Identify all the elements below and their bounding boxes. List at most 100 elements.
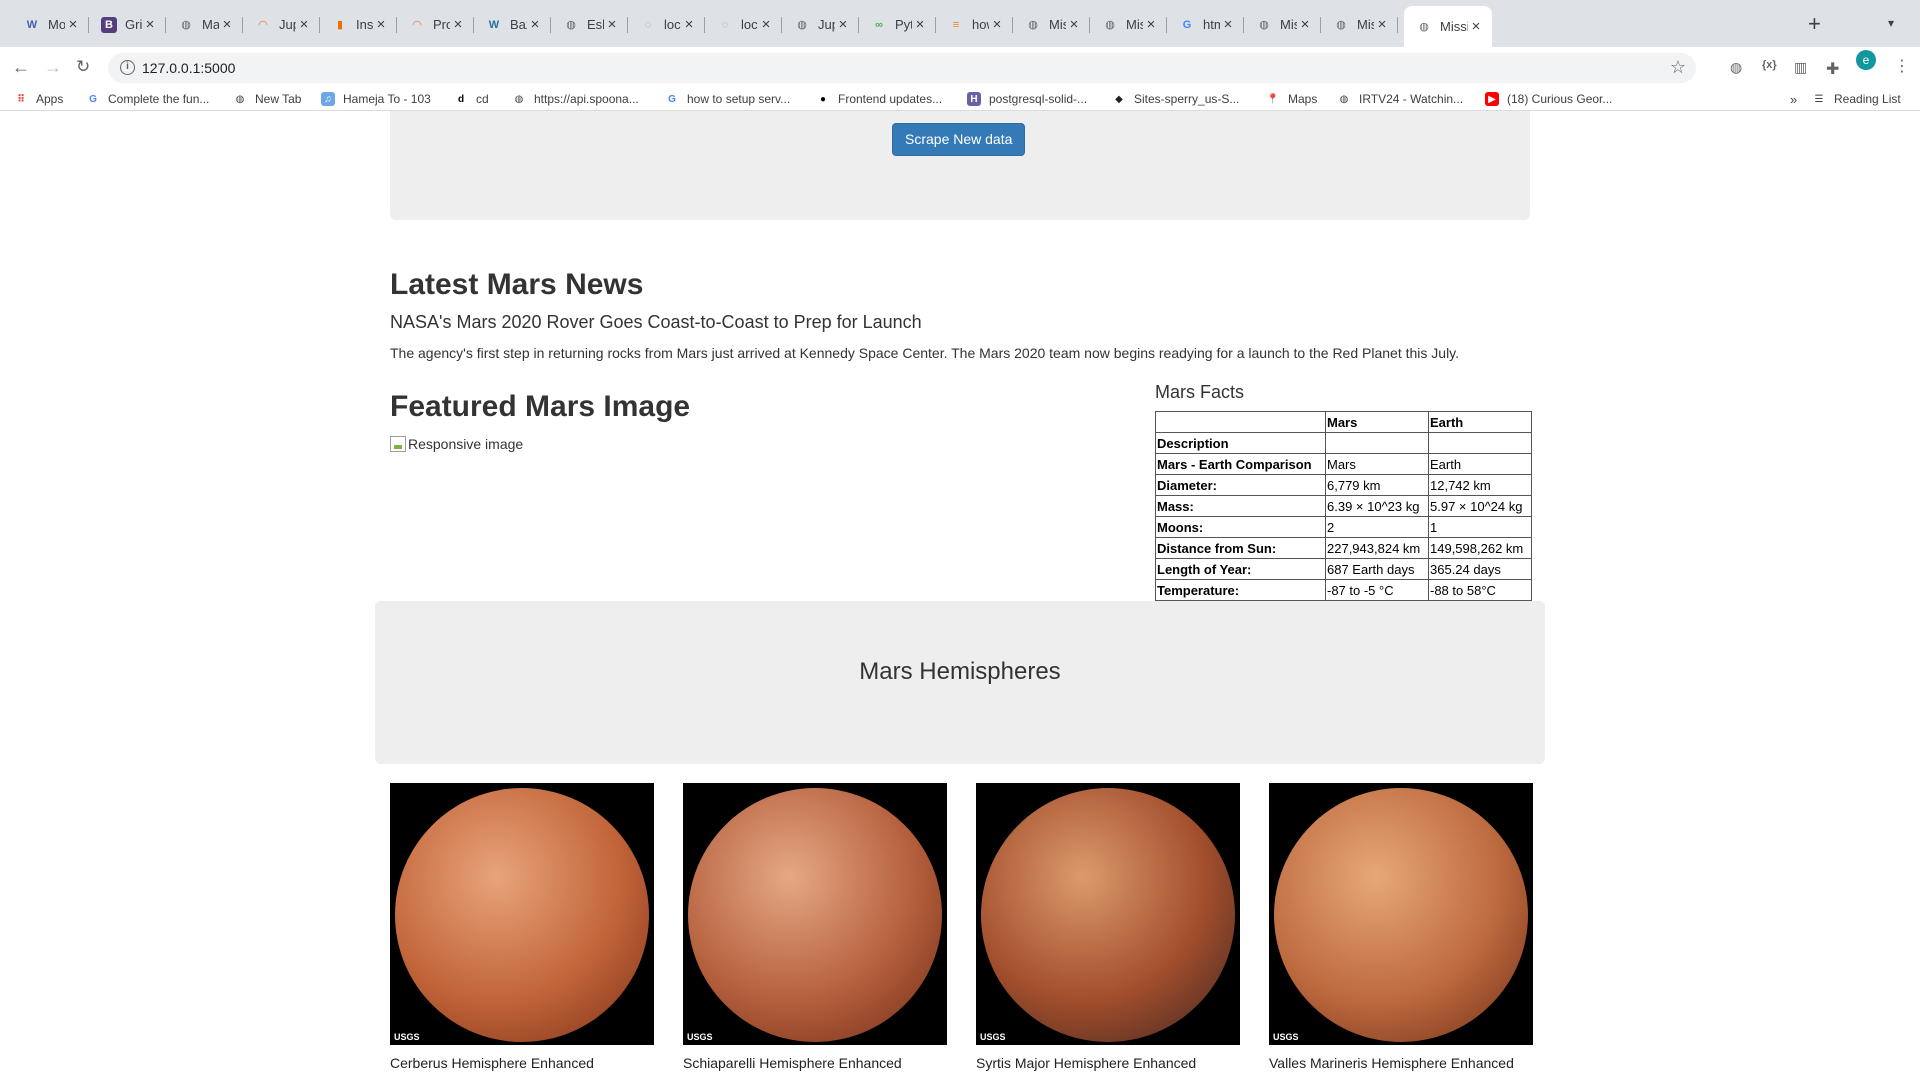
bookmark-item[interactable]: ◍ IRTV24 - Watchin... xyxy=(1337,92,1463,106)
bookmark-item[interactable]: ◍ https://api.spoona... xyxy=(512,92,639,106)
bookmark-item[interactable]: ● Frontend updates... xyxy=(816,92,942,106)
bookmark-item[interactable]: Hpostgresql-solid-... xyxy=(967,92,1087,106)
forward-icon[interactable]: → xyxy=(44,57,62,78)
browser-tab[interactable]: ◍ Missi× xyxy=(1090,8,1167,41)
reload-icon[interactable]: ↻ xyxy=(76,57,90,77)
tab-search-icon[interactable]: ▾ xyxy=(1888,16,1894,30)
hemisphere-card[interactable]: USGS Syrtis Major Hemisphere Enhanced xyxy=(976,783,1240,1071)
tab-close-icon[interactable]: × xyxy=(681,16,697,33)
back-icon[interactable]: ← xyxy=(12,57,30,78)
screenshot-extension-icon[interactable]: ▥ xyxy=(1794,59,1807,76)
W-icon: W xyxy=(488,18,500,31)
hemisphere-image[interactable]: USGS xyxy=(390,783,654,1045)
browser-tab[interactable]: B Grid× xyxy=(89,8,166,41)
browser-tab[interactable]: ◍ Jupyt× xyxy=(782,8,859,41)
browser-tab[interactable]: Ghtml× xyxy=(1167,8,1244,41)
browser-tab[interactable]: ▮ Ins_M× xyxy=(320,8,397,41)
hemisphere-title[interactable]: Cerberus Hemisphere Enhanced xyxy=(390,1055,654,1071)
facts-cell: -87 to -5 °C xyxy=(1325,579,1429,601)
tab-close-icon[interactable]: × xyxy=(373,16,389,33)
tab-close-icon[interactable]: × xyxy=(219,16,235,33)
tab-close-icon[interactable]: × xyxy=(527,16,543,33)
hemisphere-title[interactable]: Syrtis Major Hemisphere Enhanced xyxy=(976,1055,1240,1071)
browser-tab[interactable]: ◌ local× xyxy=(628,8,705,41)
more-bookmarks-icon[interactable]: » xyxy=(1790,92,1797,107)
bookmark-item[interactable]: ◍ New Tab xyxy=(233,92,302,106)
facts-row: Moons: 2 1 xyxy=(1155,516,1532,538)
browser-tab[interactable]: ◍ Missi× xyxy=(1321,8,1398,41)
scrape-new-data-button[interactable]: Scrape New data xyxy=(892,123,1026,156)
tab-close-icon[interactable]: × xyxy=(758,16,774,33)
facts-cell: Earth xyxy=(1428,453,1532,475)
hemisphere-image[interactable]: USGS xyxy=(1269,783,1533,1045)
reading-list-button[interactable]: ☰ Reading List xyxy=(1812,92,1901,106)
browser-tab[interactable]: ◌ local× xyxy=(705,8,782,41)
tab-close-icon[interactable]: × xyxy=(1143,16,1159,33)
tab-close-icon[interactable]: × xyxy=(1220,16,1236,33)
hemisphere-image[interactable]: USGS xyxy=(683,783,947,1045)
bookmark-item[interactable]: Ghow to setup serv... xyxy=(665,92,790,106)
browser-tab[interactable]: ◍ Eshg× xyxy=(551,8,628,41)
profile-avatar[interactable]: e xyxy=(1856,50,1876,70)
tab-title: Missi xyxy=(1280,17,1297,32)
browser-tab[interactable]: ∞ Pytho× xyxy=(859,8,936,41)
tab-close-icon[interactable]: × xyxy=(604,16,620,33)
facts-row-label: Description xyxy=(1155,432,1326,454)
browser-tab[interactable]: ◠ Progr× xyxy=(397,8,474,41)
G-icon: G xyxy=(1182,18,1192,31)
hemisphere-title[interactable]: Valles Marineris Hemisphere Enhanced xyxy=(1269,1055,1533,1071)
loading-icon: ◌ xyxy=(644,18,652,31)
globe-icon: ◍ xyxy=(1339,93,1349,105)
new-tab-button[interactable]: + xyxy=(1808,13,1821,35)
tab-strip: + ▾ WModu×BGrid×◍Mars×◠Jupyt×▮Ins_M×◠Pro… xyxy=(0,0,1920,47)
tab-close-icon[interactable]: × xyxy=(65,16,81,33)
bookmark-item[interactable]: G Complete the fun... xyxy=(86,92,209,106)
tab-close-icon[interactable]: × xyxy=(1066,16,1082,33)
browser-menu-icon[interactable]: ⋮ xyxy=(1894,56,1910,76)
tab-close-icon[interactable]: × xyxy=(1297,16,1313,33)
tab-close-icon[interactable]: × xyxy=(912,16,928,33)
tab-close-icon[interactable]: × xyxy=(142,16,158,33)
tab-close-icon[interactable]: × xyxy=(835,16,851,33)
browser-tab[interactable]: ◠ Jupyt× xyxy=(243,8,320,41)
browser-tab[interactable]: W Modu× xyxy=(12,8,89,41)
json-viewer-icon[interactable]: {x} xyxy=(1762,59,1777,71)
tab-close-icon[interactable]: × xyxy=(450,16,466,33)
hemisphere-image[interactable]: USGS xyxy=(976,783,1240,1045)
browser-tab[interactable]: W Bazie× xyxy=(474,8,551,41)
hemisphere-card[interactable]: USGS Schiaparelli Hemisphere Enhanced xyxy=(683,783,947,1071)
stack-icon: ≡ xyxy=(952,18,960,31)
translate-icon[interactable]: ◍ xyxy=(1730,59,1742,76)
extensions-icon[interactable]: ✚ xyxy=(1826,59,1839,79)
address-bar[interactable]: i 127.0.0.1:5000 ☆ xyxy=(108,53,1696,83)
bookmark-item[interactable]: ⠿ Apps xyxy=(14,92,63,106)
globe-icon: ◍ xyxy=(1028,19,1038,31)
facts-cell: 2 xyxy=(1325,516,1429,538)
bookmark-item[interactable]: ▶ (18) Curious Geor... xyxy=(1485,92,1612,106)
browser-tab[interactable]: ◍ Missi× xyxy=(1404,6,1492,47)
tab-close-icon[interactable]: × xyxy=(1374,16,1390,33)
tab-close-icon[interactable]: × xyxy=(1468,18,1484,35)
url-text[interactable]: 127.0.0.1:5000 xyxy=(142,60,235,76)
tab-close-icon[interactable]: × xyxy=(989,16,1005,33)
tab-close-icon[interactable]: × xyxy=(296,16,312,33)
bookmark-item[interactable]: ♫ Hameja To - 103 xyxy=(321,92,431,106)
mars-globe xyxy=(981,788,1235,1042)
usgs-logo: USGS xyxy=(687,1032,713,1042)
bookmark-item[interactable]: ◆ Sites-sperry_us-S... xyxy=(1112,92,1239,106)
browser-tab[interactable]: ◍ Missi× xyxy=(1244,8,1321,41)
hemisphere-card[interactable]: USGS Valles Marineris Hemisphere Enhanced xyxy=(1269,783,1533,1071)
browser-tab[interactable]: ≡ how× xyxy=(936,8,1013,41)
hemisphere-title[interactable]: Schiaparelli Hemisphere Enhanced xyxy=(683,1055,947,1071)
site-info-icon[interactable]: i xyxy=(120,60,135,75)
bookmark-item[interactable]: 📍 Maps xyxy=(1266,92,1318,106)
hemisphere-card[interactable]: USGS Cerberus Hemisphere Enhanced xyxy=(390,783,654,1071)
browser-tab[interactable]: ◍ Missi× xyxy=(1013,8,1090,41)
globe-icon: ◍ xyxy=(1105,19,1115,31)
facts-row: Description xyxy=(1155,432,1532,454)
diamond-icon: ◆ xyxy=(1115,93,1123,105)
bookmark-label: Apps xyxy=(36,92,64,106)
bookmark-star-icon[interactable]: ☆ xyxy=(1670,57,1686,78)
bookmark-item[interactable]: d cd xyxy=(454,92,489,106)
browser-tab[interactable]: ◍ Mars× xyxy=(166,8,243,41)
